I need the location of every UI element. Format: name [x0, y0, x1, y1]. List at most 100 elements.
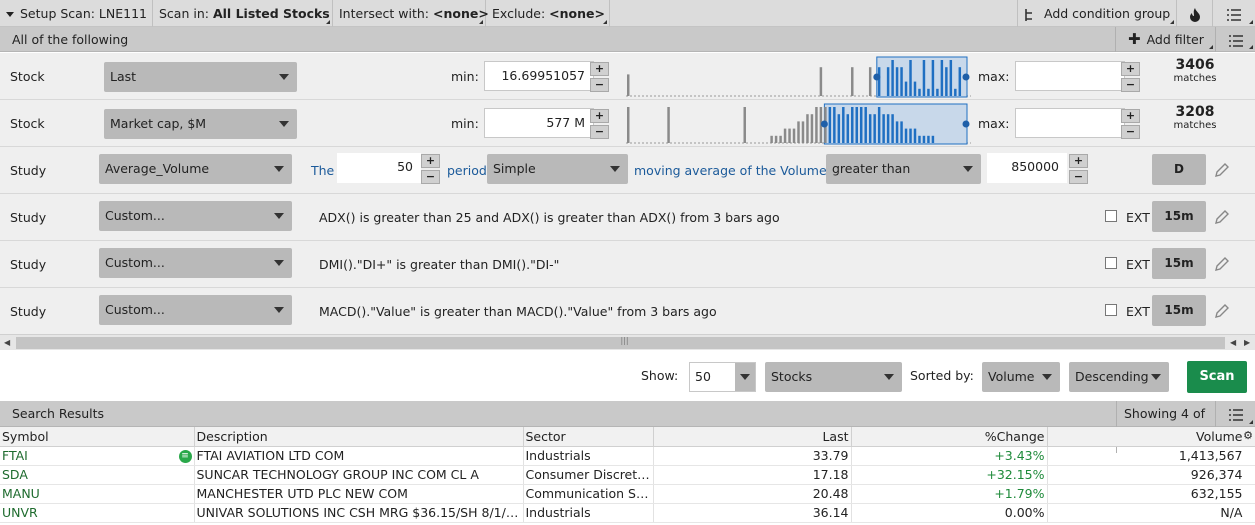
study-row-macd: Study Custom... MACD()."Value" is greate…: [0, 288, 1255, 335]
max-stepper[interactable]: + −: [1121, 109, 1140, 139]
increment-button[interactable]: +: [1121, 62, 1140, 76]
study-field-select[interactable]: Average_Volume: [99, 154, 292, 184]
grip-icon: |||: [620, 336, 629, 345]
histogram-bar: [833, 107, 836, 143]
decrement-button[interactable]: −: [1121, 125, 1140, 139]
histogram-slider[interactable]: [626, 56, 971, 98]
pencil-icon[interactable]: [1214, 209, 1230, 225]
ext-checkbox[interactable]: [1105, 257, 1117, 269]
threshold-stepper[interactable]: + −: [1069, 154, 1088, 184]
histogram-bar: [931, 60, 935, 96]
table-row[interactable]: FTAI ≡ FTAI AVIATION LTD COM Industrials 33.…: [0, 446, 1255, 466]
min-stepper[interactable]: + −: [590, 109, 609, 139]
scan-button[interactable]: Scan: [1187, 361, 1247, 393]
scroll-right-icon[interactable]: ▶: [1244, 338, 1250, 347]
aggregation-button[interactable]: 15m: [1152, 201, 1206, 232]
sector-cell: Consumer Discreti…: [523, 465, 654, 485]
study-type-label: Study: [10, 257, 47, 272]
filter-field-select[interactable]: Last: [104, 62, 297, 92]
change-cell: +1.79%: [851, 484, 1048, 504]
table-row[interactable]: MANU MANCHESTER UTD PLC NEW COM Communicat…: [0, 484, 1255, 504]
ext-checkbox[interactable]: [1105, 304, 1117, 316]
histogram-slider[interactable]: [626, 103, 971, 145]
filter-field-select[interactable]: Market cap, $M: [104, 109, 297, 139]
increment-button[interactable]: +: [1121, 109, 1140, 123]
decrement-button[interactable]: −: [590, 125, 609, 139]
aggregation-button[interactable]: 15m: [1152, 248, 1206, 279]
increment-button[interactable]: +: [421, 154, 440, 168]
min-stepper[interactable]: + −: [590, 62, 609, 92]
add-condition-group-button[interactable]: Add condition group: [1017, 0, 1177, 27]
increment-button[interactable]: +: [590, 109, 609, 123]
scrollbar-thumb[interactable]: |||: [16, 336, 1225, 349]
increment-button[interactable]: +: [590, 62, 609, 76]
column-header-change[interactable]: %Change: [851, 427, 1048, 447]
histogram-bar: [788, 128, 791, 143]
exclude-selector[interactable]: Exclude: <none>: [486, 0, 610, 27]
scan-in-selector[interactable]: Scan in: All Listed Stocks: [153, 0, 333, 27]
column-header-last[interactable]: Last: [653, 427, 852, 447]
flame-icon: [1189, 7, 1200, 22]
decrement-button[interactable]: −: [1069, 170, 1088, 184]
column-header-volume[interactable]: Volume ⚙: [1047, 427, 1255, 447]
histogram-bar: [886, 67, 890, 96]
max-input[interactable]: [1015, 61, 1125, 91]
decrement-button[interactable]: −: [421, 170, 440, 184]
setup-scan-menu[interactable]: Setup Scan: LNE111: [0, 0, 153, 27]
pencil-icon[interactable]: [1214, 303, 1230, 319]
volume-cell: 1,413,567: [1047, 446, 1255, 466]
increment-button[interactable]: +: [1069, 154, 1088, 168]
group-menu-button[interactable]: [1215, 27, 1255, 52]
histogram-bar: [859, 107, 863, 143]
study-field-select[interactable]: Custom...: [99, 248, 292, 278]
min-input[interactable]: 16.69951057: [484, 61, 594, 91]
table-row[interactable]: UNVR UNIVAR SOLUTIONS INC CSH MRG $36.15/…: [0, 503, 1255, 523]
average-type-select[interactable]: Simple: [487, 154, 628, 184]
aggregation-button[interactable]: 15m: [1152, 295, 1206, 326]
column-header-symbol[interactable]: Symbol: [0, 427, 195, 447]
scroll-left-icon[interactable]: ◀: [4, 338, 10, 347]
study-expression[interactable]: MACD()."Value" is greater than MACD()."V…: [319, 288, 717, 335]
sort-field-select[interactable]: Volume: [982, 362, 1060, 392]
period-input[interactable]: 50: [337, 153, 421, 183]
column-header-description[interactable]: Description: [194, 427, 524, 447]
study-expression[interactable]: DMI()."DI+" is greater than DMI()."DI-": [319, 241, 559, 288]
hot-scan-button[interactable]: [1177, 0, 1213, 27]
decrement-button[interactable]: −: [1121, 78, 1140, 92]
period-stepper[interactable]: + −: [421, 154, 440, 184]
add-filter-button[interactable]: ✚ Add filter: [1115, 27, 1215, 52]
decrement-button[interactable]: −: [590, 78, 609, 92]
group-title: All of the following: [12, 32, 129, 47]
study-field-select[interactable]: Custom...: [99, 201, 292, 231]
results-menu-button[interactable]: [1215, 401, 1255, 427]
sort-order-select[interactable]: Descending: [1069, 362, 1169, 392]
filter-row-last: Stock Last min: 16.69951057 + − max: + − 3…: [0, 53, 1255, 100]
strategy-badge-icon[interactable]: ≡: [178, 449, 192, 463]
histogram-bar: [774, 135, 778, 143]
ext-checkbox[interactable]: [1105, 210, 1117, 222]
column-header-sector[interactable]: Sector: [523, 427, 654, 447]
max-stepper[interactable]: + −: [1121, 62, 1140, 92]
histogram-bar: [801, 121, 805, 143]
histogram-bar: [958, 67, 962, 96]
threshold-input[interactable]: 850000: [987, 153, 1067, 183]
study-expression[interactable]: ADX() is greater than 25 and ADX() is gr…: [319, 194, 780, 241]
study-field-select[interactable]: Custom...: [99, 295, 292, 325]
show-count-select[interactable]: 50: [689, 362, 756, 392]
histogram-selection: [876, 56, 968, 98]
gear-icon[interactable]: ⚙: [1243, 429, 1253, 442]
histogram-bar: [945, 67, 948, 96]
table-row[interactable]: SDA SUNCAR TECHNOLOGY GROUP INC COM CL AC…: [0, 465, 1255, 485]
scroll-left-icon[interactable]: ◀: [1230, 338, 1236, 347]
comparison-select[interactable]: greater than: [826, 154, 981, 184]
top-menu-button[interactable]: [1213, 0, 1255, 27]
horizontal-scrollbar[interactable]: ◀ ||| ◀ ▶: [0, 334, 1255, 350]
pencil-icon[interactable]: [1214, 256, 1230, 272]
intersect-selector[interactable]: Intersect with: <none>: [333, 0, 489, 27]
min-input[interactable]: 577 M: [484, 108, 594, 138]
study-row-dmi: Study Custom... DMI()."DI+" is greater t…: [0, 241, 1255, 288]
pencil-icon[interactable]: [1214, 162, 1230, 178]
scan-type-select[interactable]: Stocks: [765, 362, 902, 392]
aggregation-button[interactable]: D: [1152, 154, 1206, 185]
max-input[interactable]: [1015, 108, 1125, 138]
